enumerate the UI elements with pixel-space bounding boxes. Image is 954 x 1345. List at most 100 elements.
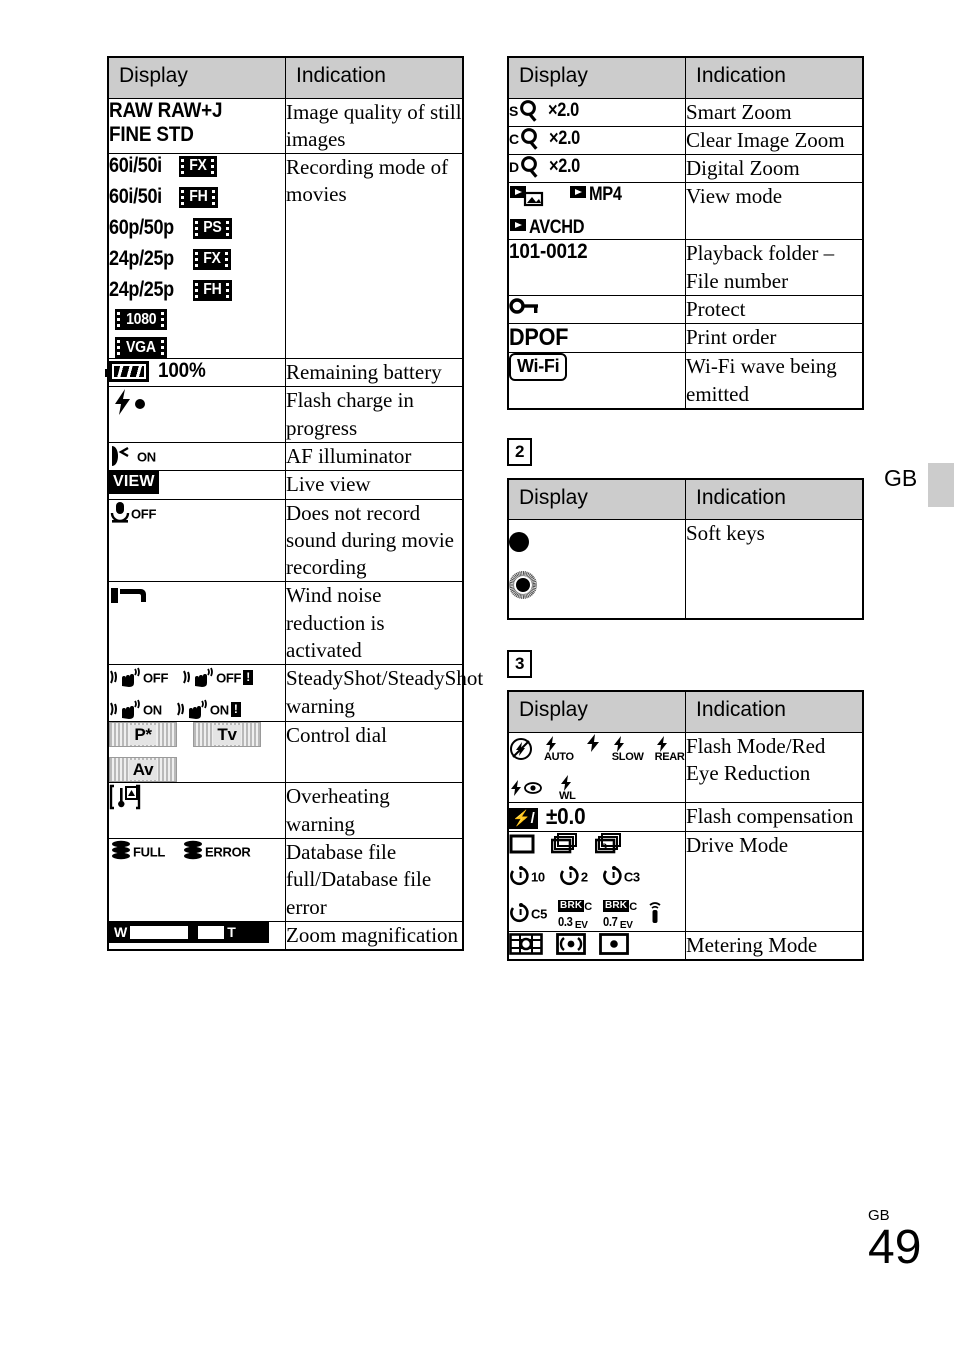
battery-indicator: 100% xyxy=(105,359,285,383)
zoom-wide-label: W xyxy=(114,924,128,941)
flash-off-icon xyxy=(509,737,533,761)
table-row: C ×2.0 Clear Image Zoom xyxy=(507,125,864,156)
magnifier-icon xyxy=(518,99,540,123)
table-header-row: Display Indication xyxy=(107,56,464,99)
table-row: W T Zoom magnification xyxy=(107,920,464,951)
table-row: D ×2.0 Digital Zoom xyxy=(507,154,864,184)
flash-compensation-value: ±0.0 xyxy=(545,803,586,830)
image-quality-line-1: RAW RAW+J xyxy=(109,98,223,122)
steadyshot-row-on: ON ON! xyxy=(109,697,285,721)
column-header-indication: Indication xyxy=(685,478,864,521)
flash-mode-row-1: AUTO SLOW REAR xyxy=(509,733,685,765)
drive-continuous-icon xyxy=(551,832,581,856)
indication-cell: Control dial xyxy=(285,721,464,784)
digital-zoom-indicator: D ×2.0 xyxy=(509,155,685,179)
steadyshot-row-off: OFF OFF! xyxy=(109,665,285,689)
display-cell: VIEW xyxy=(107,470,286,500)
film-badge-1080: 1080 xyxy=(115,309,168,331)
indication-cell: Smart Zoom xyxy=(685,97,864,127)
table-header-row: Display Indication xyxy=(507,56,864,99)
flash-auto-icon: AUTO xyxy=(544,735,574,763)
drive-mode-row-2: 10 2 C3 xyxy=(509,865,685,887)
soft-key-ringed-dot-icon xyxy=(509,571,685,604)
display-cell: OFF OFF! ON ON ! xyxy=(107,664,286,723)
table-row: 100% Remaining battery xyxy=(105,358,464,388)
movie-rate-label: 60p/50p xyxy=(109,216,174,240)
side-marker-gb: GB xyxy=(884,465,918,491)
table-row: DPOF Print order xyxy=(507,323,864,354)
database-full-icon: FULL xyxy=(109,839,165,863)
table-row: S ×2.0 Smart Zoom xyxy=(507,97,864,127)
movie-rate-label: 60i/50i xyxy=(109,185,162,209)
microphone-off-icon xyxy=(109,500,131,526)
flash-rear-sync-icon: REAR xyxy=(655,735,685,763)
zoom-magnification-bar: W T xyxy=(109,921,269,943)
view-mode-avchd-icon: AVCHD xyxy=(509,217,593,239)
zoom-prefix: D xyxy=(509,159,519,176)
display-cell xyxy=(107,782,286,839)
movie-mode-row: VGA xyxy=(109,337,285,359)
film-badge-fh-24p: FH xyxy=(193,279,233,301)
column-header-indication: Indication xyxy=(685,56,864,99)
film-badge-fx: FX xyxy=(179,155,218,177)
display-cell: FULL ERROR xyxy=(107,837,286,922)
table-row: OFF Does not record sound during movie r… xyxy=(107,498,464,583)
table-row: ⚡/ ±0.0 Flash compensation xyxy=(507,802,864,832)
film-badge-vga: VGA xyxy=(115,337,167,359)
movie-rate-label: 24p/25p xyxy=(109,247,174,271)
right-column: Display Indication S ×2.0 Smart Zoom C ×… xyxy=(507,56,864,961)
indication-cell: Flash Mode/Red Eye Reduction xyxy=(685,731,864,804)
display-cell: ⚡/ ±0.0 xyxy=(507,802,686,832)
zoom-value: ×2.0 xyxy=(548,127,580,149)
drive-speed-priority-icon: S xyxy=(595,832,625,856)
drive-mode-row-3: C5 BRK C 0.3 EV BRK C 0.7 EV xyxy=(509,896,685,931)
smart-zoom-indicator: S ×2.0 xyxy=(509,99,685,123)
indication-cell: Flash compensation xyxy=(685,802,864,832)
indication-cell: Clear Image Zoom xyxy=(685,125,864,156)
table-row: FULL ERROR Database file full/Database f… xyxy=(107,837,464,922)
table-row: Metering Mode xyxy=(507,930,864,961)
flash-slow-sync-icon: SLOW xyxy=(612,735,644,763)
drive-single-shot-icon xyxy=(509,833,537,855)
flash-fill-icon xyxy=(585,733,601,753)
indication-cell: Print order xyxy=(685,323,864,354)
display-cell xyxy=(107,581,286,666)
display-cell: P* Tv Av xyxy=(107,721,286,784)
display-cell: W T xyxy=(107,920,286,951)
flash-wireless-icon: WL xyxy=(559,774,576,802)
table-row: P* Tv Av Control dial xyxy=(107,721,464,784)
flash-mode-row-2: WL xyxy=(509,774,685,802)
table-row: Overheating warning xyxy=(107,782,464,839)
zoom-value: ×2.0 xyxy=(548,156,580,178)
left-column: Display Indication RAW RAW+J FINE STD Im… xyxy=(105,56,483,952)
movie-rate-label: 60i/50i xyxy=(109,154,162,178)
movie-mode-row: 24p/25p FH xyxy=(109,278,285,302)
movie-mode-row: 60i/50i FH xyxy=(109,185,285,209)
microphone-off-label: OFF xyxy=(131,506,157,522)
warning-badge: ! xyxy=(243,670,254,686)
metering-spot-icon xyxy=(599,932,629,956)
steadyshot-off-icon: OFF xyxy=(109,665,168,689)
display-cell: 60i/50i FX 60i/50i FH 60p/50p PS 24p/25p… xyxy=(107,153,286,360)
clear-image-zoom-indicator: C ×2.0 xyxy=(509,127,685,151)
dial-tv: Tv xyxy=(193,722,261,748)
metering-multi-icon xyxy=(509,932,543,956)
table-row: AUTO SLOW REAR WL Flash Mode/Red Eye Red… xyxy=(507,731,864,804)
flash-compensation-icon: ⚡/ xyxy=(509,808,538,830)
movie-mode-row: 60i/50i FX xyxy=(109,154,285,178)
table-row: RAW RAW+J FINE STD Image quality of stil… xyxy=(107,97,464,155)
movie-mode-row: 1080 xyxy=(109,309,285,331)
indication-cell: Remaining battery xyxy=(285,358,464,388)
display-cell xyxy=(507,930,686,961)
steadyshot-on-icon: ON xyxy=(109,697,162,721)
indication-cell: Database file full/Database file error xyxy=(285,837,464,922)
table-indicators-2: Display Indication S ×2.0 Smart Zoom C ×… xyxy=(507,56,864,410)
table-row: 101-0012 Playback folder – File number xyxy=(507,239,864,296)
wind-noise-reduction-icon xyxy=(109,582,155,610)
film-badge-ps: PS xyxy=(193,217,233,239)
column-header-indication: Indication xyxy=(285,56,464,99)
indication-cell: Live view xyxy=(285,470,464,500)
section-number-3: 3 xyxy=(507,650,533,679)
soft-key-filled-dot-icon xyxy=(509,532,685,557)
table-row: Wind noise reduction is activated xyxy=(107,581,464,666)
